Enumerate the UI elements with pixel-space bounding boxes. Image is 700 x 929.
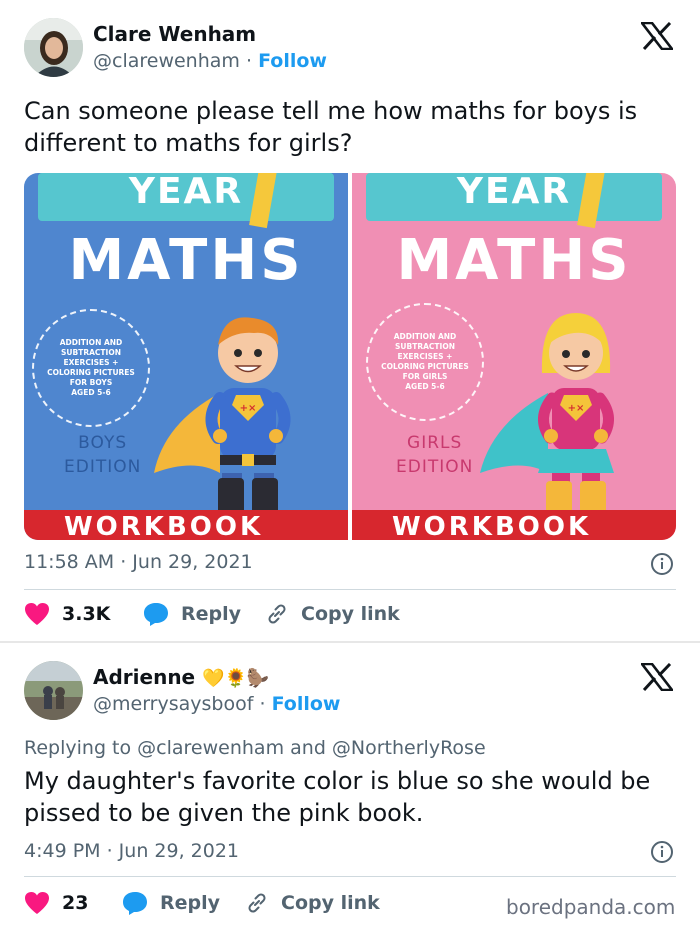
divider	[24, 876, 676, 877]
reply-bubble-icon	[144, 603, 168, 626]
heart-icon	[25, 603, 49, 625]
reply-bubble-icon	[123, 892, 147, 915]
book-edition-label: GIRLS EDITION	[396, 431, 473, 479]
book-maths-title: MATHS	[396, 228, 632, 293]
author-name[interactable]: Clare Wenham	[93, 22, 256, 46]
author-handle[interactable]: @clarewenham	[93, 50, 240, 72]
name-emojis: 💛🌻🦫	[202, 668, 270, 689]
badge-line: SUBTRACTION	[61, 348, 121, 357]
avatar[interactable]	[24, 661, 83, 720]
badge-line: ADDITION AND	[393, 332, 457, 341]
heart-icon	[25, 892, 49, 914]
author-name-line: Adrienne 💛🌻🦫	[93, 665, 269, 689]
workbook-label: WORKBOOK	[64, 512, 264, 540]
badge-line: FOR BOYS	[69, 378, 113, 387]
badge-line: AGED 5-6	[405, 382, 445, 391]
tweet-timestamp[interactable]: 11:58 AM · Jun 29, 2021	[24, 551, 253, 573]
book-workbook-banner: WORKBOOK	[24, 510, 348, 540]
badge-line: EXERCISES +	[63, 358, 119, 367]
avatar[interactable]	[24, 18, 83, 77]
like-count: 23	[62, 892, 89, 914]
tweet-card: Clare Wenham @clarewenham · Follow Can s…	[0, 0, 700, 641]
tweet-text: My daughter's favorite color is blue so …	[24, 767, 651, 827]
link-icon	[268, 604, 286, 624]
author-handle-line: @clarewenham · Follow	[93, 50, 327, 72]
attached-image[interactable]: +× YEAR MATHS ADDITION AND SUBTRACTION E…	[24, 173, 676, 540]
tweet-text: Can someone please tell me how maths for…	[24, 97, 638, 157]
book-edition-label: BOYS EDITION	[64, 431, 141, 479]
edition-line: BOYS	[78, 433, 128, 453]
edition-line: GIRLS	[407, 433, 463, 453]
copy-link-label: Copy link	[281, 892, 380, 914]
author-handle-line: @merrysaysboof · Follow	[93, 693, 340, 715]
book-badge: ADDITION AND SUBTRACTION EXERCISES + COL…	[32, 309, 150, 427]
badge-line: ADDITION AND	[59, 338, 123, 347]
follow-button[interactable]: Follow	[272, 693, 341, 715]
tweet-card: Adrienne 💛🌻🦫 @merrysaysboof · Follow Rep…	[0, 643, 700, 929]
copy-link-button[interactable]: Copy link	[265, 602, 400, 626]
follow-button[interactable]: Follow	[258, 50, 327, 72]
boys-book-cover: +× YEAR MATHS ADDITION AND SUBTRACTION E…	[24, 173, 348, 540]
author-name[interactable]: Adrienne	[93, 665, 195, 689]
edition-line: EDITION	[396, 457, 474, 477]
badge-line: COLORING PICTURES	[47, 368, 135, 377]
book-year-title: YEAR	[456, 173, 572, 212]
badge-line: EXERCISES +	[397, 352, 453, 361]
book-year-title: YEAR	[128, 173, 244, 212]
info-icon[interactable]	[650, 840, 674, 868]
separator-dot: ·	[259, 693, 266, 715]
divider	[24, 589, 676, 590]
reply-button[interactable]: Reply	[122, 891, 220, 915]
like-count: 3.3K	[62, 603, 111, 625]
like-button[interactable]: 23	[24, 891, 88, 915]
copy-link-button[interactable]: Copy link	[245, 891, 380, 915]
x-logo-icon[interactable]	[639, 21, 675, 54]
badge-line: AGED 5-6	[71, 388, 111, 397]
edition-line: EDITION	[64, 457, 142, 477]
like-button[interactable]: 3.3K	[24, 602, 110, 626]
girls-book-cover: +× YEAR MATHS ADDITION AND SUBTRACTION E…	[352, 173, 676, 540]
watermark: boredpanda.com	[506, 895, 676, 919]
author-handle[interactable]: @merrysaysboof	[93, 693, 253, 715]
book-badge: ADDITION AND SUBTRACTION EXERCISES + COL…	[366, 303, 484, 421]
badge-line: SUBTRACTION	[395, 342, 455, 351]
replying-to-prefix: Replying to	[24, 737, 132, 759]
reply-button[interactable]: Reply	[143, 602, 241, 626]
copy-link-label: Copy link	[301, 603, 400, 625]
svg-text:+×: +×	[240, 403, 257, 414]
workbook-label: WORKBOOK	[392, 512, 592, 540]
badge-line: COLORING PICTURES	[381, 362, 469, 371]
reply-label: Reply	[181, 603, 242, 625]
info-icon[interactable]	[650, 552, 674, 580]
link-icon	[248, 893, 266, 913]
replying-to-users[interactable]: @clarewenham and @NortherlyRose	[137, 737, 485, 759]
svg-text:+×: +×	[568, 403, 585, 414]
replying-to-line: Replying to @clarewenham and @NortherlyR…	[24, 737, 486, 759]
badge-line: FOR GIRLS	[402, 372, 448, 381]
book-maths-title: MATHS	[68, 228, 304, 293]
tweet-timestamp[interactable]: 4:49 PM · Jun 29, 2021	[24, 840, 239, 862]
x-logo-icon[interactable]	[639, 662, 675, 695]
separator-dot: ·	[245, 50, 253, 72]
book-workbook-banner: WORKBOOK	[352, 510, 676, 540]
reply-label: Reply	[160, 892, 221, 914]
